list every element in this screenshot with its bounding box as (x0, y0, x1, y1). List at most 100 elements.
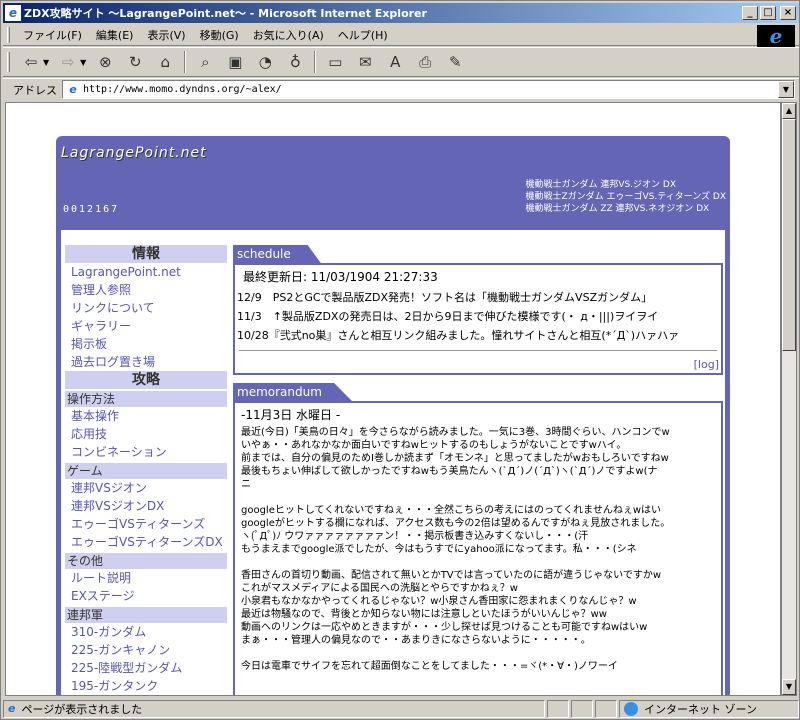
sidebar-link[interactable]: 連邦VSジオンDX (65, 497, 227, 515)
menu-grip[interactable] (7, 26, 10, 43)
address-url[interactable]: http://www.momo.dyndns.org/~alex/ (83, 84, 778, 95)
memo-line: まぁ・・・管理人の偏見なので・・あまりきになさらないように・・・・・。 (241, 635, 591, 646)
memo-line: 最近(今日)「美鳥の日々」を今さらながら読みました。一気に3巻、3時間ぐらい、ハ… (241, 427, 670, 438)
site-logo[interactable]: LagrangePoint.net (61, 145, 207, 161)
page-done-icon: e (8, 702, 16, 715)
sidebar-link[interactable]: エゥーゴVSティターンズDX (65, 533, 227, 551)
scroll-thumb[interactable] (782, 119, 796, 351)
browser-window: e ZDX攻略サイト 〜LagrangePoint.net〜 - Microso… (0, 0, 800, 720)
sidebar-link[interactable]: ルート説明 (65, 569, 227, 587)
sidebar-link[interactable]: 管理人参照 (65, 281, 227, 299)
address-field[interactable]: e http://www.momo.dyndns.org/~alex/ ▼ (62, 80, 795, 99)
menu-go[interactable]: 移動(G) (193, 25, 246, 45)
refresh-icon[interactable]: ↻ (123, 50, 147, 74)
sidebar-link[interactable]: 掲示板 (65, 335, 227, 353)
menu-bar: ファイル(F) 編集(E) 表示(V) 移動(G) お気に入り(A) ヘルプ(H… (3, 24, 799, 46)
ie-throbber-icon: e (757, 25, 795, 47)
stop-icon[interactable]: ⊗ (93, 50, 117, 74)
globe-icon (624, 701, 638, 716)
back-icon[interactable]: ⇦ (19, 50, 43, 74)
memo-line: 最後もちょい伸ばして欲しかったですねwもう美鳥たんヽ(`Д´)ノ(´Д`)ヽ(`… (241, 466, 658, 477)
memorandum-tab: memorandum (233, 383, 352, 401)
header-link[interactable]: 機動戦士ガンダム ZZ 連邦VS.ネオジオン DX (525, 203, 726, 215)
address-label: アドレス (13, 83, 57, 97)
edit-icon[interactable]: ✎ (443, 50, 467, 74)
channels-icon[interactable]: ♁ (283, 50, 307, 74)
status-bar: e ページが表示されました インターネット ゾーン (3, 698, 799, 719)
sidebar-link[interactable]: 310-ガンダム (65, 623, 227, 641)
scroll-up-icon[interactable]: ▲ (782, 103, 796, 119)
schedule-row: 12/9 PS2とGCで製品版ZDX発売！ソフト名は「機動戦士ガンダムVSZガン… (237, 291, 653, 304)
title-bar[interactable]: e ZDX攻略サイト 〜LagrangePoint.net〜 - Microso… (3, 3, 799, 23)
schedule-row: 10/28『弐式no巣』さんと相互リンク組みました。憧れサイトさんと相互(*´Д… (237, 329, 680, 342)
sidebar-link[interactable]: 基本操作 (65, 407, 227, 425)
sidebar-link[interactable]: リンクについて (65, 299, 227, 317)
header-links: 機動戦士ガンダム 連邦VS.ジオン DX 機動戦士Zガンダム エゥーゴVS.ティ… (525, 179, 726, 215)
address-dropdown-icon[interactable]: ▼ (778, 81, 794, 98)
address-bar: アドレス e http://www.momo.dyndns.org/~alex/… (3, 78, 799, 100)
sidebar-link[interactable]: 応用技 (65, 425, 227, 443)
sidebar-subheading-ops: 操作方法 (65, 391, 227, 407)
sidebar-subheading-game: ゲーム (65, 463, 227, 479)
menu-edit[interactable]: 編集(E) (89, 25, 141, 45)
sidebar-link[interactable]: 195-ガンタンク (65, 677, 227, 695)
vertical-scrollbar[interactable]: ▲ ▼ (781, 102, 797, 696)
minimize-button[interactable]: _ (742, 6, 758, 20)
status-segment (571, 699, 593, 718)
status-segment (595, 699, 617, 718)
menu-view[interactable]: 表示(V) (140, 25, 192, 45)
history-icon[interactable]: ◔ (253, 50, 277, 74)
memo-line: 前までは、自分の偏見のためI巻しか読まず「オモンネ」と思ってましたがwおもしろい… (241, 453, 669, 464)
close-button[interactable]: × (780, 6, 796, 20)
memo-date: -11月3日 水曜日 - (241, 408, 341, 422)
schedule-divider (239, 350, 717, 351)
scroll-down-icon[interactable]: ▼ (782, 679, 796, 695)
sidebar-link[interactable]: 225-陸戦型ガンダム (65, 659, 227, 677)
toolbar: ⇦ ▼ ⇨ ▼ ⊗ ↻ ⌂ ⌕ ▣ ◔ ♁ ▭ ✉ A ⎙ ✎ (3, 47, 799, 77)
schedule-row: 11/3 ↑製品版ZDXの発売日は、2日から9日まで伸びた模様です(・ д・||… (237, 310, 659, 323)
sidebar-link[interactable]: エゥーゴVSティターンズ (65, 515, 227, 533)
sidebar-heading-strategy: 攻略 (65, 371, 227, 389)
memo-line: googleヒットしてくれないですねぇ・・・全然こちらの考えにはのってくれません… (241, 505, 662, 516)
memo-line: 小泉君もなかなかやってくれるじゃない？w小泉さん香田家に怨まれまくりなんじゃ？w (241, 596, 637, 607)
toolbar-separator (184, 51, 187, 73)
memo-gap (241, 647, 715, 660)
header-link[interactable]: 機動戦士ガンダム 連邦VS.ジオン DX (525, 179, 726, 191)
page-viewport: LagrangePoint.net 0012167 機動戦士ガンダム 連邦VS.… (5, 102, 781, 696)
maximize-button[interactable]: □ (760, 6, 776, 20)
back-dropdown-icon[interactable]: ▼ (43, 58, 49, 67)
sidebar-link[interactable]: 過去ログ置き場 (65, 353, 227, 371)
fullscreen-icon[interactable]: ▭ (323, 50, 347, 74)
menu-favorites[interactable]: お気に入り(A) (246, 25, 331, 45)
toolbar-grip[interactable] (7, 52, 10, 72)
forward-icon[interactable]: ⇨ (56, 50, 80, 74)
memo-line: これがマスメディアによる国民への洗脳とやらですかねぇ？w (241, 583, 518, 594)
window-title: ZDX攻略サイト 〜LagrangePoint.net〜 - Microsoft… (24, 7, 427, 20)
sidebar-link[interactable]: EXステージ (65, 587, 227, 605)
memo-line: 香田さんの首切り動画、配信されて無いとかTVでは言っていたのに語が違うじゃないで… (241, 570, 662, 581)
log-link[interactable]: [log] (694, 358, 719, 371)
schedule-box: 最終更新日: 11/03/1904 21:27:33 12/9 PS2とGCで製… (233, 263, 723, 375)
sidebar-link[interactable]: コンビネーション (65, 443, 227, 461)
menu-file[interactable]: ファイル(F) (16, 25, 89, 45)
sidebar-link[interactable]: 225-ガンキャノン (65, 641, 227, 659)
print-icon[interactable]: ⎙ (413, 50, 437, 74)
zone-panel: インターネット ゾーン (619, 699, 799, 718)
search-icon[interactable]: ⌕ (193, 50, 217, 74)
favorites-icon[interactable]: ▣ (223, 50, 247, 74)
mail-icon[interactable]: ✉ (353, 50, 377, 74)
home-icon[interactable]: ⌂ (153, 50, 177, 74)
memo-line: いやぁ・・あれなかなか面白いですねwヒットするのもしょうがないことですwハイ。 (241, 440, 627, 451)
header-link[interactable]: 機動戦士Zガンダム エゥーゴVS.ティターンズ DX (525, 191, 726, 203)
memo-line: ニ (241, 479, 251, 490)
sidebar-link[interactable]: 連邦VSジオン (65, 479, 227, 497)
content-area: 情報 LagrangePoint.net 管理人参照 リンクについて ギャラリー… (61, 230, 725, 695)
memo-line: もうまえまでgoogle派でしたが、今はもうすでにyahoo派になってます。私・… (241, 544, 637, 555)
sidebar-link[interactable]: ギャラリー (65, 317, 227, 335)
menu-help[interactable]: ヘルプ(H) (331, 25, 395, 45)
sidebar-link[interactable]: LagrangePoint.net (65, 263, 227, 281)
memo-gap (241, 556, 715, 569)
forward-dropdown-icon[interactable]: ▼ (80, 58, 86, 67)
font-icon[interactable]: A (383, 50, 407, 74)
zone-text: インターネット ゾーン (644, 702, 757, 716)
